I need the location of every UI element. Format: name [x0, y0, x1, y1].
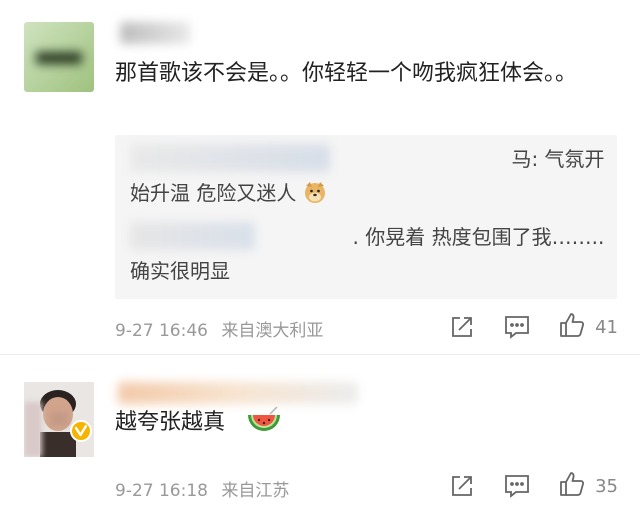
- avatar-badge: [36, 52, 82, 64]
- username-redacted[interactable]: [118, 382, 358, 404]
- like-button[interactable]: 41: [558, 311, 618, 343]
- avatar[interactable]: [24, 22, 94, 92]
- share-icon[interactable]: [449, 473, 477, 501]
- comment-icon[interactable]: [503, 314, 531, 342]
- share-icon[interactable]: [449, 314, 477, 342]
- comment-text: 越夸张越真: [115, 405, 282, 447]
- comment-meta: 9-27 16:46 来自澳大利亚: [115, 316, 323, 341]
- reply-item: 马: 气氛开始升温 危险又迷人: [130, 142, 610, 214]
- like-count: 35: [595, 475, 618, 497]
- reply-text: . 你晃着 热度包围了我……..确实很明显: [130, 225, 605, 283]
- comment-meta: 9-27 16:18 来自江苏: [115, 476, 289, 501]
- comment-body: 越夸张越真: [115, 410, 226, 435]
- like-count: 41: [595, 316, 618, 338]
- comment-date: 9-27 16:46: [115, 321, 208, 341]
- divider: [0, 354, 640, 355]
- username-redacted[interactable]: [120, 22, 190, 44]
- watermelon-emoji-icon: [246, 405, 282, 447]
- doge-emoji-icon: [303, 180, 327, 214]
- comment-location: 来自澳大利亚: [221, 321, 324, 341]
- verified-badge-icon: [70, 420, 92, 442]
- comment-icon[interactable]: [503, 473, 531, 501]
- comment-location: 来自江苏: [221, 481, 290, 501]
- comment-body: 那首歌该不会是。。你轻轻一个吻我疯狂体会。。: [115, 61, 578, 86]
- comment-date: 9-27 16:18: [115, 481, 208, 501]
- reply-text: 马: 气氛开始升温 危险又迷人: [130, 147, 605, 205]
- thumbs-up-icon: [558, 311, 586, 343]
- like-button[interactable]: 35: [558, 470, 618, 502]
- thumbs-up-icon: [558, 470, 586, 502]
- reply-item: . 你晃着 热度包围了我……..确实很明显: [130, 220, 610, 288]
- comment-text: 那首歌该不会是。。你轻轻一个吻我疯狂体会。。: [115, 56, 625, 92]
